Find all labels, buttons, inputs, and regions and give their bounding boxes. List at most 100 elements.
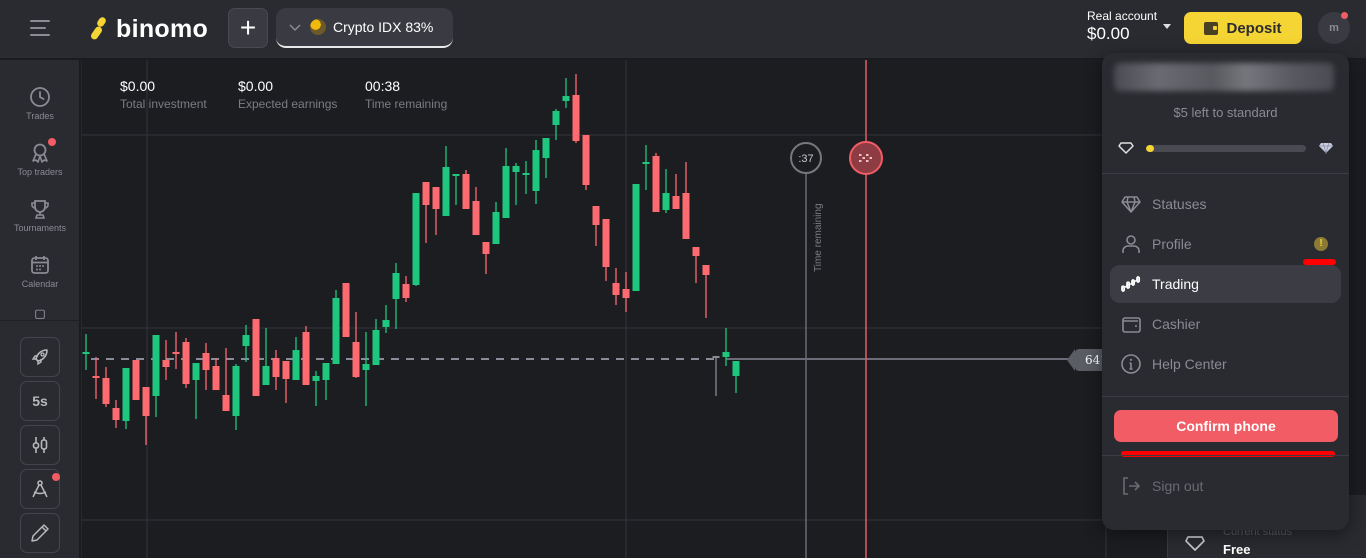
candle	[512, 163, 520, 205]
sidebar-item-market[interactable]	[0, 304, 80, 320]
menu-item-help-center[interactable]: Help Center	[1110, 345, 1341, 383]
candle-body	[322, 363, 330, 380]
stat-label: Time remaining	[365, 97, 448, 111]
notification-dot	[1341, 12, 1348, 19]
candle	[142, 387, 150, 445]
candle-body	[102, 378, 110, 404]
candle-body	[152, 335, 160, 396]
candle-body	[402, 284, 410, 298]
timeframe-button[interactable]: 5s	[20, 381, 60, 421]
candle-body	[392, 273, 400, 299]
candle-body	[582, 135, 590, 185]
candle	[422, 182, 430, 243]
indicators-button[interactable]	[20, 469, 60, 509]
candle	[382, 305, 390, 333]
candle	[222, 348, 230, 411]
candle-body	[482, 242, 490, 254]
wallet-icon	[1204, 21, 1219, 35]
market-icon	[35, 309, 45, 319]
candle-body	[462, 174, 470, 209]
menu-item-label: Trading	[1152, 276, 1199, 292]
candle	[692, 247, 700, 283]
stat-label: Total investment	[120, 97, 207, 111]
candle-body	[722, 352, 730, 357]
candle	[412, 193, 420, 286]
sign-out-icon	[1123, 477, 1141, 495]
caret-down-icon[interactable]	[1163, 24, 1171, 29]
candle-body	[532, 150, 540, 191]
candle	[302, 326, 310, 385]
candle	[232, 364, 240, 430]
candle-body	[412, 193, 420, 285]
clock-icon	[30, 87, 50, 107]
diamond-icon	[1319, 142, 1333, 155]
drawing-button[interactable]	[20, 513, 60, 553]
candle-body	[632, 184, 640, 291]
blurred-user-email	[1114, 63, 1334, 91]
candle	[82, 334, 90, 370]
account-dropdown: $5 left to standard Statuses Profile ! T…	[1102, 53, 1349, 530]
candle-body	[222, 395, 230, 411]
candle-body	[512, 166, 520, 172]
candle-body	[692, 247, 700, 256]
candle-body	[452, 174, 460, 176]
sidebar-item-tournaments[interactable]: Tournaments	[0, 194, 80, 250]
sidebar-item-top-traders[interactable]: Top traders	[0, 138, 80, 194]
diamond-icon	[1121, 196, 1141, 213]
candle	[522, 161, 530, 194]
candle	[662, 169, 670, 213]
account-switcher[interactable]: Real account $0.00	[1087, 9, 1157, 44]
candle	[402, 276, 410, 302]
candle	[132, 360, 140, 400]
menu-item-trading[interactable]: Trading	[1110, 265, 1341, 303]
candle-body	[342, 283, 350, 337]
diamond-outline-icon	[1118, 142, 1134, 154]
candle-body	[712, 356, 720, 358]
candle	[592, 206, 600, 246]
candle-body	[502, 166, 510, 218]
candle	[112, 400, 120, 428]
plus-icon: +	[239, 12, 257, 43]
candle-body	[472, 201, 480, 235]
candle	[532, 140, 540, 204]
flag-cell	[866, 160, 869, 162]
menu-item-cashier[interactable]: Cashier	[1110, 305, 1341, 343]
candle	[172, 332, 180, 369]
sidebar-item-trades[interactable]: Trades	[0, 82, 80, 138]
asset-selector[interactable]: Crypto IDX 83%	[276, 8, 453, 48]
candle-body	[542, 138, 550, 158]
chevron-down-icon	[289, 24, 301, 32]
candle	[432, 187, 440, 235]
candle	[732, 361, 740, 393]
menu-item-profile[interactable]: Profile !	[1110, 225, 1341, 263]
rocket-button[interactable]	[20, 337, 60, 377]
wallet-icon	[1122, 317, 1141, 333]
flag-cell	[866, 154, 869, 156]
asset-name: Crypto IDX 83%	[333, 19, 434, 35]
logo-mark-icon	[89, 15, 110, 41]
deposit-button[interactable]: Deposit	[1184, 12, 1302, 44]
menu-item-sign-out[interactable]: Sign out	[1110, 467, 1341, 505]
menu-item-statuses[interactable]: Statuses	[1110, 185, 1341, 223]
menu-icon[interactable]	[30, 20, 50, 36]
stat-time-remaining: 00:38 Time remaining	[365, 78, 447, 111]
chart-type-button[interactable]	[20, 425, 60, 465]
candle-body	[272, 358, 280, 377]
candle-body	[212, 366, 220, 390]
sidebar-item-label: Top traders	[17, 167, 63, 177]
sidebar-divider	[0, 320, 80, 321]
sidebar-item-calendar[interactable]: Calendar	[0, 250, 80, 306]
candle-body	[442, 167, 450, 216]
menu-item-label: Cashier	[1152, 316, 1201, 332]
add-asset-button[interactable]: +	[228, 8, 268, 48]
annotation-underline	[1121, 451, 1335, 457]
candle	[282, 361, 290, 403]
candle-body	[122, 368, 130, 421]
divider	[1102, 455, 1349, 456]
account-type: Real account	[1087, 9, 1158, 23]
logo[interactable]: binomo	[89, 14, 208, 44]
candle	[352, 312, 360, 378]
trading-icon	[1121, 276, 1141, 292]
candle-body	[432, 187, 440, 209]
confirm-phone-button[interactable]: Confirm phone	[1114, 410, 1338, 442]
